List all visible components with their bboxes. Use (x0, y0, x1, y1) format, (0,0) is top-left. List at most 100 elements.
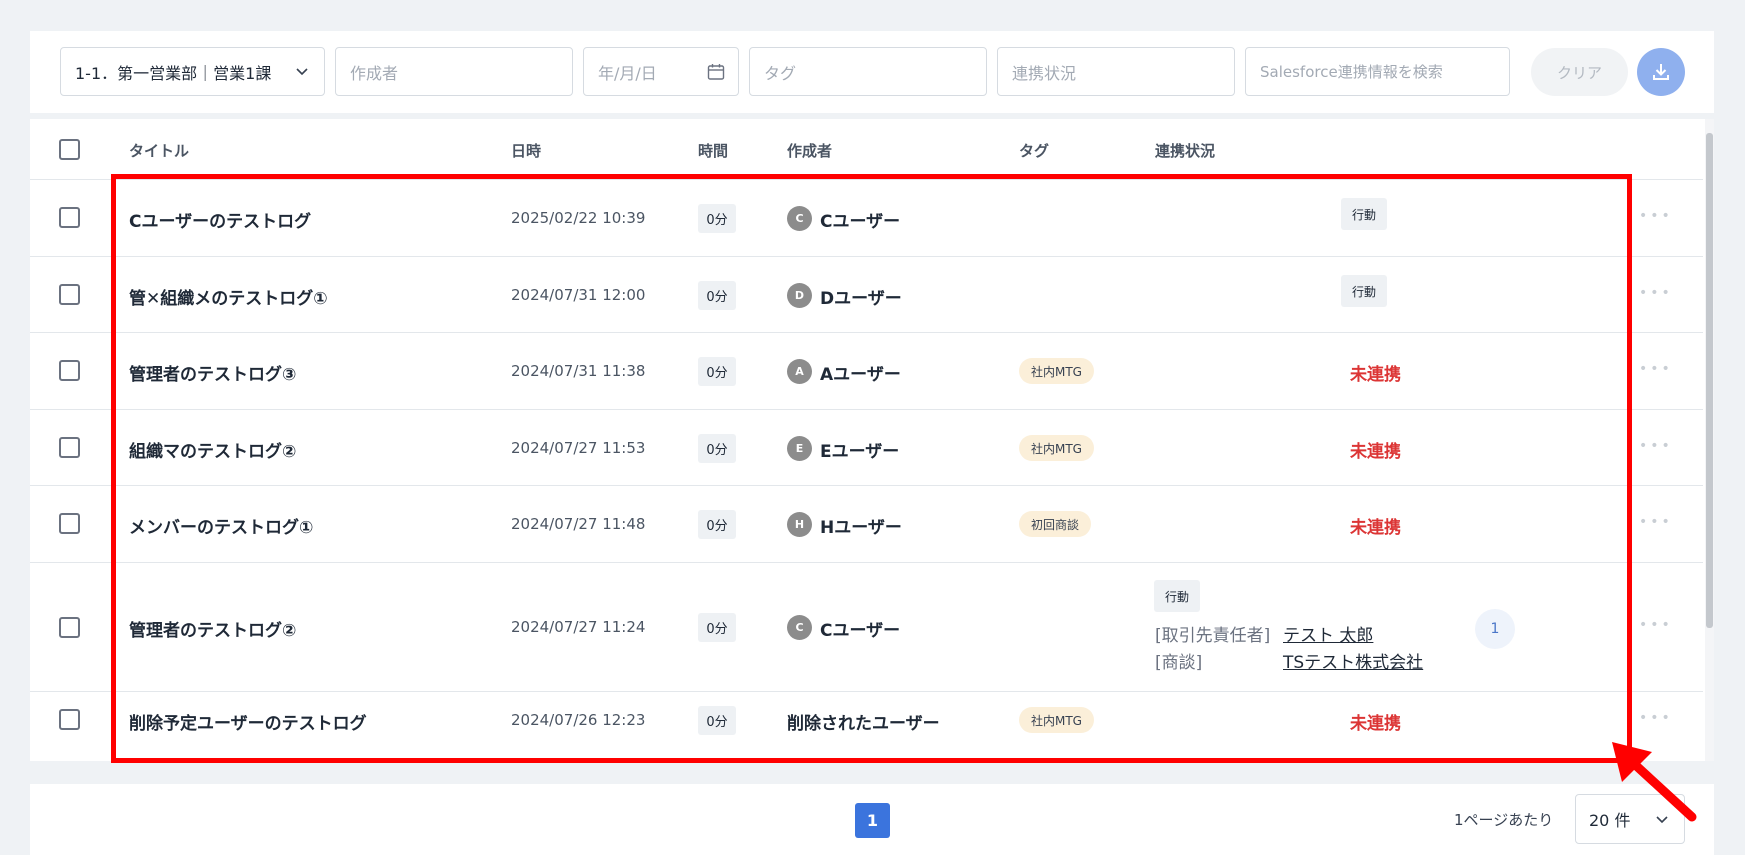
status-unlinked: 未連携 (1350, 442, 1401, 462)
row-title[interactable]: 管理者のテストログ③ (129, 360, 296, 385)
row-title[interactable]: 組織マのテストログ② (129, 437, 296, 462)
table-row[interactable]: 管理者のテストログ③ 2024/07/31 11:38 0分 A Aユーザー 社… (30, 333, 1703, 410)
status-unlinked: 未連携 (1350, 714, 1401, 734)
department-select[interactable]: 1-1．第一営業部｜営業1課 (60, 47, 325, 96)
header-datetime: 日時 (511, 142, 542, 160)
creator-filter-input[interactable]: 作成者 (335, 47, 573, 96)
row-checkbox[interactable] (59, 709, 80, 730)
row-duration: 0分 (698, 613, 736, 642)
page-button-current[interactable]: 1 (855, 803, 890, 838)
link-label-contact: [取引先責任者] (1155, 626, 1271, 646)
avatar: A (787, 359, 812, 384)
header-status: 連携状況 (1155, 142, 1216, 160)
row-author: Aユーザー (820, 365, 901, 385)
action-badge: 行動 (1154, 580, 1200, 612)
table-row[interactable]: 削除予定ユーザーのテストログ 2024/07/26 12:23 0分 削除された… (30, 692, 1703, 761)
tag-badge: 初回商談 (1019, 511, 1092, 537)
avatar: D (787, 283, 812, 308)
header-tag: タグ (1019, 142, 1050, 160)
row-duration: 0分 (698, 281, 736, 310)
chevron-down-icon (296, 68, 308, 76)
chevron-down-icon (1656, 816, 1668, 824)
row-author: Hユーザー (820, 518, 902, 538)
row-checkbox[interactable] (59, 360, 80, 381)
table-row[interactable]: 管✕組織メのテストログ① 2024/07/31 12:00 0分 D Dユーザー… (30, 257, 1703, 333)
row-duration: 0分 (698, 510, 736, 539)
row-title[interactable]: 削除予定ユーザーのテストログ (129, 709, 367, 734)
row-checkbox[interactable] (59, 617, 80, 638)
more-menu-icon[interactable]: ••• (1639, 710, 1673, 726)
per-page-label: 1ページあたり (1454, 811, 1554, 829)
download-button[interactable] (1637, 48, 1685, 96)
scrollbar-thumb[interactable] (1706, 133, 1713, 628)
vertical-scrollbar[interactable] (1705, 119, 1714, 761)
action-badge: 行動 (1341, 275, 1387, 307)
row-author: Dユーザー (820, 289, 902, 309)
more-menu-icon[interactable]: ••• (1639, 438, 1673, 454)
header-duration: 時間 (698, 142, 729, 160)
row-title[interactable]: メンバーのテストログ① (129, 513, 313, 538)
row-author: Cユーザー (820, 621, 901, 641)
status-unlinked: 未連携 (1350, 365, 1401, 385)
row-author: Cユーザー (820, 212, 901, 232)
row-title[interactable]: Cユーザーのテストログ (129, 207, 311, 232)
avatar: C (787, 615, 812, 640)
row-datetime: 2024/07/27 11:48 (511, 515, 646, 533)
table-row[interactable]: 管理者のテストログ② 2024/07/27 11:24 0分 C Cユーザー 行… (30, 563, 1703, 692)
link-deal[interactable]: TSテスト株式会社 (1283, 648, 1423, 673)
table-row[interactable]: メンバーのテストログ① 2024/07/27 11:48 0分 H Hユーザー … (30, 486, 1703, 563)
link-contact[interactable]: テスト 太郎 (1283, 621, 1373, 646)
per-page-select[interactable]: 20 件 (1575, 794, 1685, 844)
avatar: C (787, 206, 812, 231)
salesforce-search-input[interactable]: Salesforce連携情報を検索 (1245, 47, 1510, 96)
row-title[interactable]: 管理者のテストログ② (129, 616, 296, 641)
tag-badge: 社内MTG (1019, 358, 1094, 384)
download-icon (1653, 64, 1669, 80)
row-datetime: 2024/07/31 12:00 (511, 286, 646, 304)
row-author: 削除されたユーザー (787, 714, 940, 734)
row-datetime: 2024/07/27 11:53 (511, 439, 646, 457)
more-menu-icon[interactable]: ••• (1639, 285, 1673, 301)
row-checkbox[interactable] (59, 513, 80, 534)
more-menu-icon[interactable]: ••• (1639, 208, 1673, 224)
link-label-deal: [商談] (1155, 653, 1203, 673)
row-checkbox[interactable] (59, 437, 80, 458)
date-filter-input[interactable]: 年/月/日 (583, 47, 739, 96)
avatar: H (787, 512, 812, 537)
tag-badge: 社内MTG (1019, 707, 1094, 733)
header-title: タイトル (129, 142, 190, 160)
row-datetime: 2024/07/31 11:38 (511, 362, 646, 380)
row-author: Eユーザー (820, 442, 900, 462)
row-duration: 0分 (698, 706, 736, 735)
avatar: E (787, 436, 812, 461)
more-menu-icon[interactable]: ••• (1639, 361, 1673, 377)
row-duration: 0分 (698, 357, 736, 386)
row-duration: 0分 (698, 434, 736, 463)
link-count-badge[interactable]: 1 (1475, 609, 1515, 649)
row-datetime: 2024/07/26 12:23 (511, 711, 646, 729)
log-table: タイトル 日時 時間 作成者 タグ 連携状況 Cユーザーのテストログ 2025/… (30, 119, 1714, 761)
row-datetime: 2024/07/27 11:24 (511, 618, 646, 636)
select-all-checkbox[interactable] (59, 139, 80, 160)
tag-filter-input[interactable]: タグ (749, 47, 987, 96)
tag-badge: 社内MTG (1019, 435, 1094, 461)
row-checkbox[interactable] (59, 284, 80, 305)
table-row[interactable]: 組織マのテストログ② 2024/07/27 11:53 0分 E Eユーザー 社… (30, 410, 1703, 486)
row-title[interactable]: 管✕組織メのテストログ① (129, 284, 328, 309)
clear-button[interactable]: クリア (1531, 48, 1628, 96)
calendar-icon[interactable] (706, 62, 726, 82)
row-datetime: 2025/02/22 10:39 (511, 209, 646, 227)
status-unlinked: 未連携 (1350, 518, 1401, 538)
row-checkbox[interactable] (59, 207, 80, 228)
more-menu-icon[interactable]: ••• (1639, 617, 1673, 633)
more-menu-icon[interactable]: ••• (1639, 514, 1673, 530)
status-filter-input[interactable]: 連携状況 (997, 47, 1235, 96)
per-page-value: 20 件 (1589, 811, 1631, 830)
table-header: タイトル 日時 時間 作成者 タグ 連携状況 (30, 119, 1703, 180)
department-select-value: 1-1．第一営業部｜営業1課 (75, 63, 272, 83)
header-author: 作成者 (787, 142, 833, 160)
filter-bar: 1-1．第一営業部｜営業1課 作成者 年/月/日 タグ 連携状況 Salesfo… (30, 31, 1714, 113)
table-row[interactable]: Cユーザーのテストログ 2025/02/22 10:39 0分 C Cユーザー … (30, 180, 1703, 257)
pagination-bar: 1 1ページあたり 20 件 (30, 784, 1714, 855)
action-badge: 行動 (1341, 198, 1387, 230)
